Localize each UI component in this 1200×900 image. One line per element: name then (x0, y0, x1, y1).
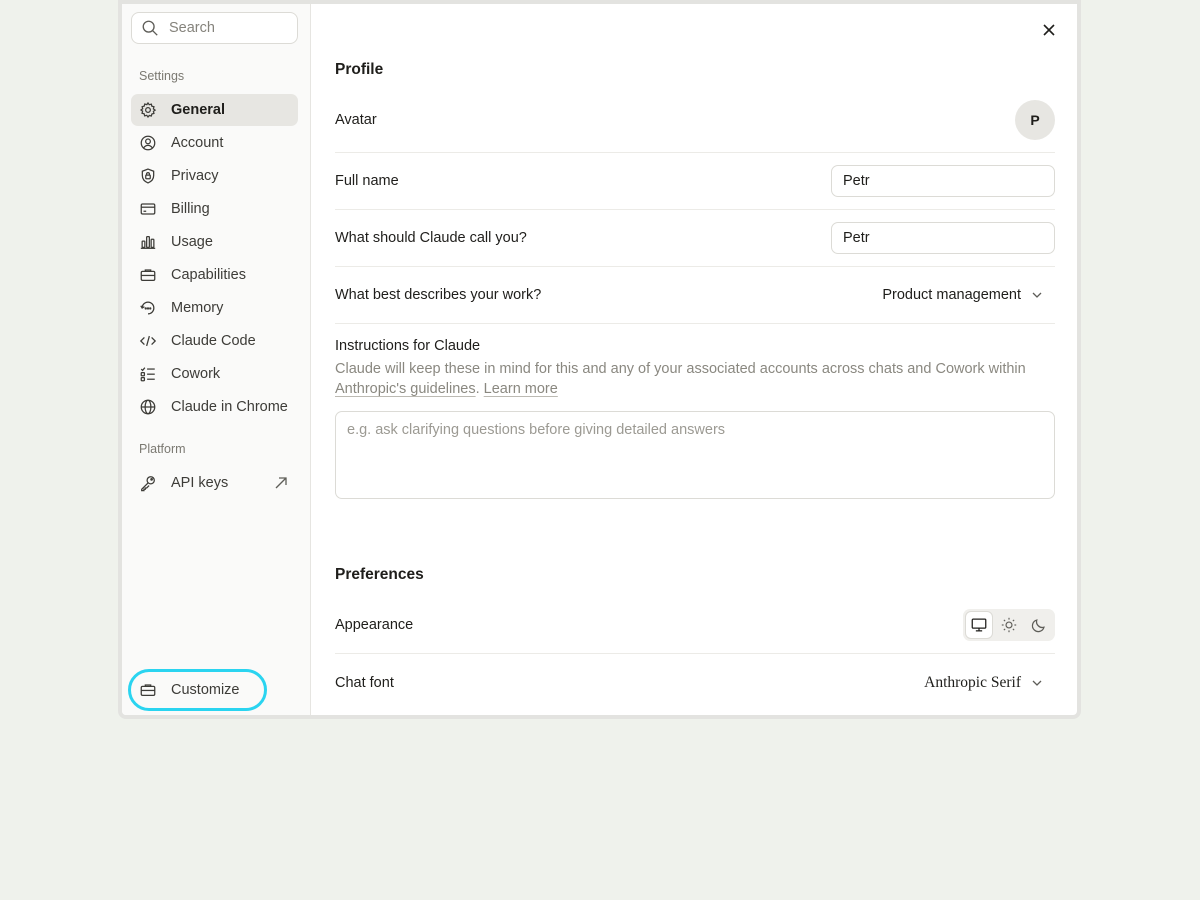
appearance-system-option[interactable] (965, 611, 993, 639)
settings-section-label: Settings (139, 69, 185, 83)
key-icon (139, 474, 157, 492)
call-you-row: What should Claude call you? (335, 210, 1055, 267)
work-select[interactable]: Product management (882, 287, 1043, 303)
guidelines-link[interactable]: Anthropic's guidelines (335, 381, 476, 397)
search-box[interactable] (131, 12, 298, 44)
bar-chart-icon (139, 233, 157, 251)
work-select-value: Product management (882, 287, 1021, 303)
monitor-icon (971, 618, 987, 632)
globe-icon (139, 398, 157, 416)
sidebar-item-api-keys[interactable]: API keys (131, 467, 298, 499)
sidebar-item-claude-code[interactable]: Claude Code (131, 325, 298, 357)
briefcase-icon (139, 266, 157, 284)
sun-icon (1001, 617, 1017, 633)
preferences-heading: Preferences (335, 566, 424, 583)
sidebar-item-claude-in-chrome[interactable]: Claude in Chrome (131, 391, 298, 423)
avatar-row: Avatar P (335, 80, 1055, 153)
chat-font-label: Chat font (335, 674, 394, 691)
settings-sidebar: Settings General Account Privacy Billing… (122, 4, 311, 715)
full-name-row: Full name (335, 153, 1055, 210)
chat-font-row: Chat font Anthropic Serif (335, 654, 1055, 711)
sidebar-item-label: Claude Code (171, 333, 256, 349)
checklist-icon (139, 365, 157, 383)
user-circle-icon (139, 134, 157, 152)
external-link-icon (275, 477, 287, 489)
sidebar-item-label: Cowork (171, 366, 221, 382)
avatar-label: Avatar (335, 112, 377, 128)
chevron-down-icon (1032, 680, 1042, 686)
sidebar-item-label: General (171, 102, 225, 118)
credit-card-icon (139, 200, 157, 218)
instructions-desc-text: Claude will keep these in mind for this … (335, 361, 1026, 377)
settings-window: Settings General Account Privacy Billing… (118, 0, 1081, 719)
sidebar-item-label: API keys (171, 475, 229, 491)
settings-main: Profile Avatar P Full name What should C… (311, 4, 1077, 715)
sidebar-item-label: Billing (171, 201, 210, 217)
close-button[interactable] (1039, 20, 1059, 40)
sidebar-item-label: Capabilities (171, 267, 246, 283)
sidebar-item-cowork[interactable]: Cowork (131, 358, 298, 390)
avatar[interactable]: P (1015, 100, 1055, 140)
chat-font-value: Anthropic Serif (924, 673, 1021, 691)
sidebar-item-billing[interactable]: Billing (131, 193, 298, 225)
sidebar-item-memory[interactable]: Memory (131, 292, 298, 324)
code-icon (139, 332, 157, 350)
instructions-title: Instructions for Claude (335, 338, 481, 354)
customize-label: Customize (171, 682, 240, 698)
sidebar-item-general[interactable]: General (131, 94, 298, 126)
work-label: What best describes your work? (335, 287, 542, 303)
sidebar-item-privacy[interactable]: Privacy (131, 160, 298, 192)
appearance-toggle (963, 609, 1055, 641)
full-name-field[interactable] (831, 165, 1055, 197)
appearance-row: Appearance (335, 597, 1055, 654)
sidebar-item-label: Memory (171, 300, 224, 316)
sidebar-item-label: Usage (171, 234, 213, 250)
sidebar-item-label: Privacy (171, 168, 219, 184)
instructions-input[interactable] (335, 411, 1055, 499)
briefcase-icon (140, 684, 156, 697)
sidebar-item-label: Claude in Chrome (171, 399, 288, 415)
moon-icon (1031, 619, 1045, 633)
call-you-label: What should Claude call you? (335, 230, 527, 246)
full-name-label: Full name (335, 173, 399, 189)
search-icon (142, 20, 158, 36)
appearance-light-option[interactable] (995, 611, 1023, 639)
chat-font-select[interactable]: Anthropic Serif (924, 674, 1043, 692)
profile-heading: Profile (335, 61, 384, 78)
search-input[interactable] (169, 20, 289, 36)
sidebar-item-capabilities[interactable]: Capabilities (131, 259, 298, 291)
appearance-label: Appearance (335, 617, 414, 633)
close-icon (1043, 24, 1055, 36)
sidebar-item-label: Account (171, 135, 224, 151)
gear-icon (139, 101, 157, 119)
sidebar-item-account[interactable]: Account (131, 127, 298, 159)
chevron-down-icon (1032, 292, 1042, 298)
platform-section-label: Platform (139, 442, 186, 456)
history-icon (139, 299, 157, 317)
desc-separator: . (475, 381, 484, 397)
work-row: What best describes your work? Product m… (335, 267, 1055, 324)
appearance-dark-option[interactable] (1025, 611, 1053, 639)
sidebar-item-usage[interactable]: Usage (131, 226, 298, 258)
learn-more-link[interactable]: Learn more (484, 381, 558, 397)
call-you-field[interactable] (831, 222, 1055, 254)
customize-button[interactable]: Customize (128, 669, 267, 711)
shield-lock-icon (139, 167, 157, 185)
instructions-description: Claude will keep these in mind for this … (335, 359, 1045, 399)
